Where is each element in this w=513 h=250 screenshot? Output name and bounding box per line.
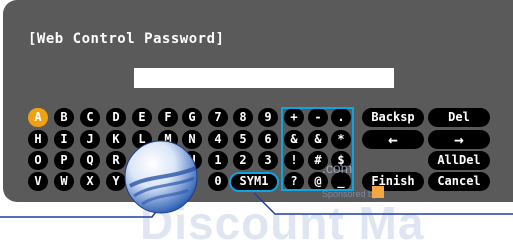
globe-icon: [124, 140, 198, 214]
callout-lines: [0, 192, 513, 218]
